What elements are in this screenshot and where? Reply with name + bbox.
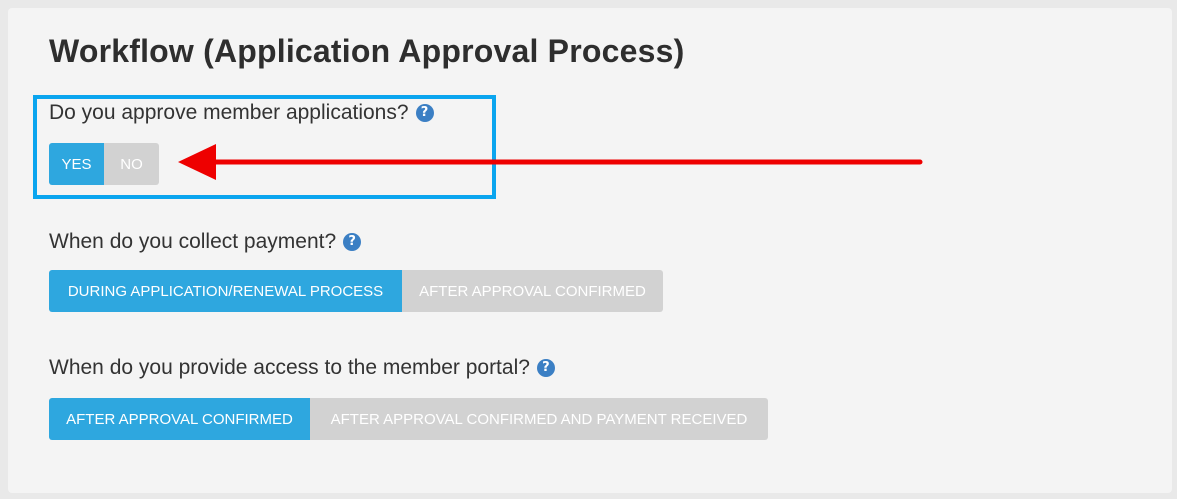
approve-applications-label: Do you approve member applications? [49, 101, 409, 124]
collect-payment-label: When do you collect payment? [49, 230, 337, 253]
approve-applications-question: Do you approve member applications? ? [49, 101, 434, 125]
approve-no-button[interactable]: NO [104, 143, 159, 185]
portal-after-approval-button[interactable]: AFTER APPROVAL CONFIRMED [49, 398, 310, 440]
help-question-icon[interactable]: ? [343, 233, 362, 251]
help-question-icon[interactable]: ? [536, 359, 555, 377]
approve-applications-toggle: YES NO [49, 143, 159, 185]
portal-access-toggle: AFTER APPROVAL CONFIRMED AFTER APPROVAL … [49, 398, 768, 440]
portal-after-approval-and-payment-button[interactable]: AFTER APPROVAL CONFIRMED AND PAYMENT REC… [310, 398, 768, 440]
portal-access-label: When do you provide access to the member… [49, 356, 530, 379]
payment-after-approval-button[interactable]: AFTER APPROVAL CONFIRMED [402, 270, 663, 312]
page-title: Workflow (Application Approval Process) [49, 33, 685, 69]
help-question-icon[interactable]: ? [415, 104, 434, 122]
portal-access-question: When do you provide access to the member… [49, 356, 555, 380]
payment-during-application-button[interactable]: DURING APPLICATION/RENEWAL PROCESS [49, 270, 402, 312]
collect-payment-toggle: DURING APPLICATION/RENEWAL PROCESS AFTER… [49, 270, 663, 312]
collect-payment-question: When do you collect payment? ? [49, 230, 362, 254]
approve-yes-button[interactable]: YES [49, 143, 104, 185]
